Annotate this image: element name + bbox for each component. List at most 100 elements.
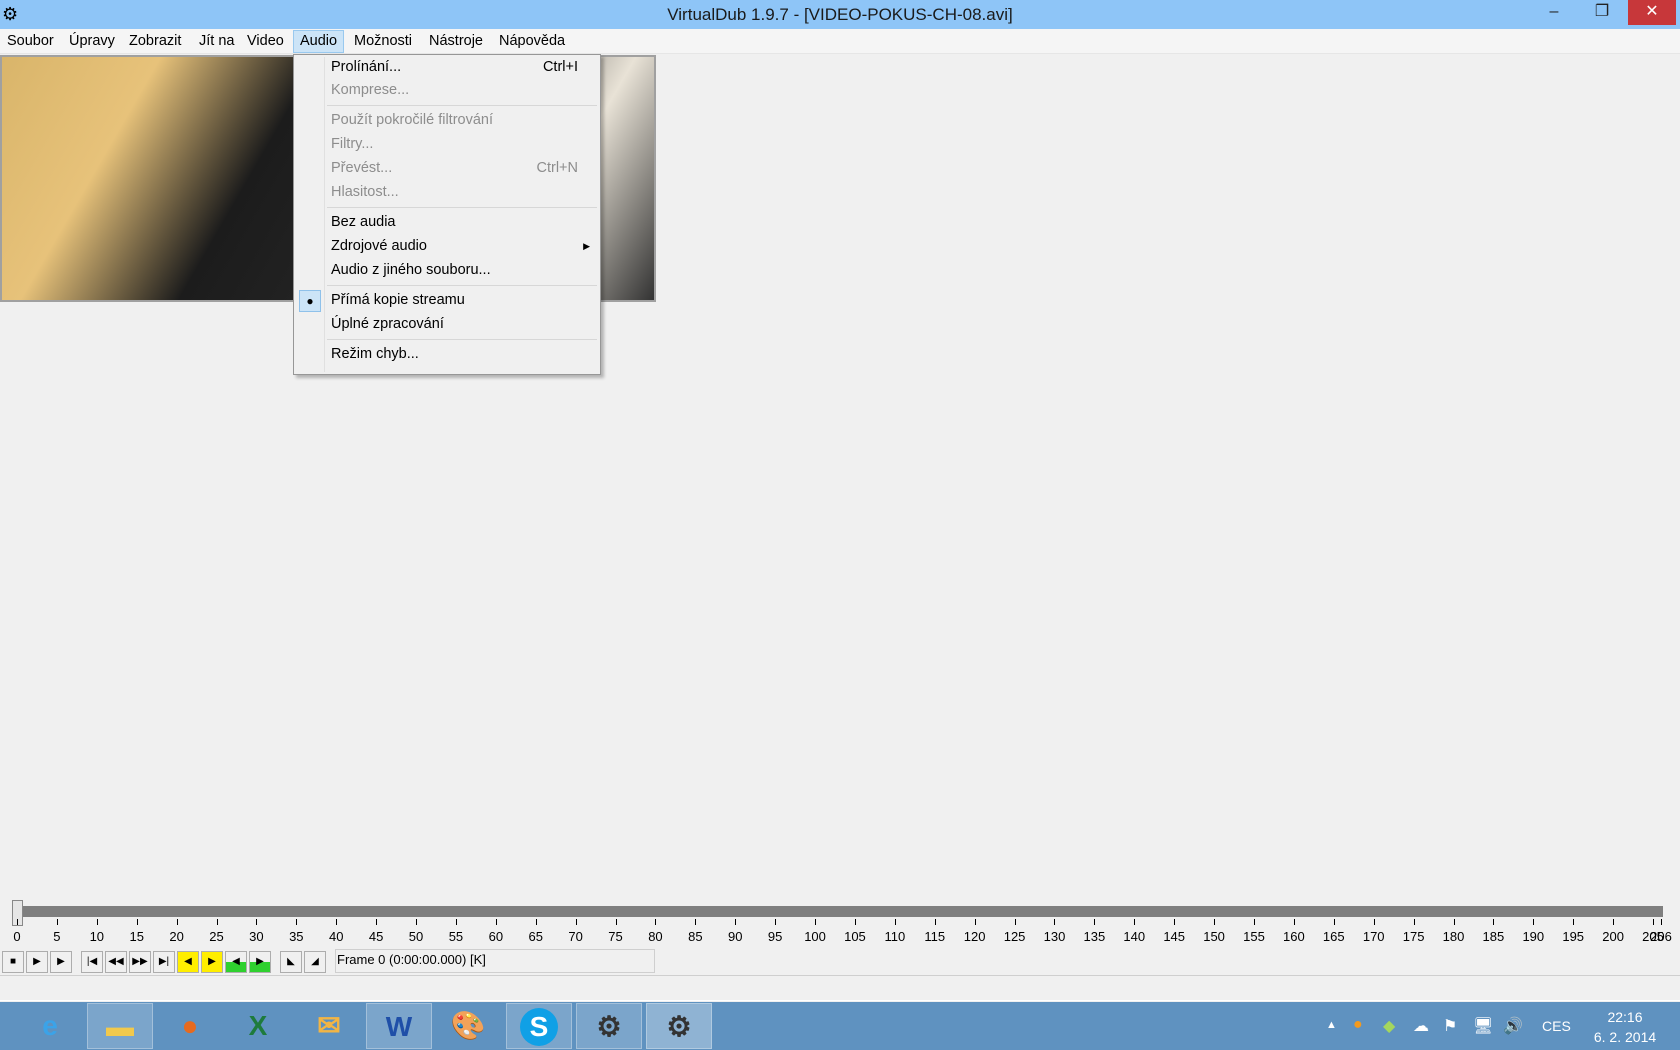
separator: [327, 207, 597, 208]
prev-scene-button[interactable]: ◀: [225, 951, 247, 973]
menu-zobrazit[interactable]: Zobrazit: [123, 30, 187, 53]
timeline-tick-label: 145: [1163, 929, 1186, 944]
clock[interactable]: 22:16 6. 2. 2014: [1580, 1007, 1670, 1047]
menu-soubor[interactable]: Soubor: [1, 30, 60, 53]
timeline-tick-label: 125: [1003, 929, 1026, 944]
play-input-button[interactable]: ▶: [26, 951, 48, 973]
timeline-tick: [1661, 919, 1662, 925]
play-output-button[interactable]: ▶: [50, 951, 72, 973]
next-frame-button[interactable]: ▶▶: [129, 951, 151, 973]
timeline-tick: [974, 919, 976, 925]
timeline-tick-label: 160: [1283, 929, 1305, 944]
menu-item-uplne-zpracovani[interactable]: Úplné zpracování: [296, 313, 598, 336]
taskbar-word-icon[interactable]: W: [366, 1003, 432, 1049]
menu-item-prevest[interactable]: Převést... Ctrl+N: [296, 157, 598, 180]
network-icon[interactable]: 🖥: [1473, 1016, 1493, 1036]
taskbar-ie-icon[interactable]: e: [17, 1003, 83, 1049]
taskbar-excel-icon[interactable]: X: [225, 1003, 291, 1049]
taskbar-virtualdub-icon[interactable]: ⚙: [576, 1003, 642, 1049]
timeline-tick-label: 65: [528, 929, 543, 944]
taskbar-virtualdub-active-icon[interactable]: ⚙: [646, 1003, 712, 1049]
timeline-tick-label: 105: [844, 929, 866, 944]
timeline-tick-label: 200: [1602, 929, 1624, 944]
menu-item-bez-audia[interactable]: Bez audia: [296, 211, 598, 234]
timeline-tick-label: 135: [1083, 929, 1106, 944]
timeline-tick-label: 55: [448, 929, 464, 944]
menu-item-pokrocile-filtrovani[interactable]: Použít pokročilé filtrování: [296, 109, 598, 132]
timeline-tick-label: 60: [488, 929, 504, 944]
go-end-button[interactable]: ▶|: [153, 951, 175, 973]
timeline-tick-label: 165: [1322, 929, 1345, 944]
language-indicator[interactable]: CES: [1542, 1018, 1571, 1034]
timeline-tick-label: 25: [209, 929, 224, 944]
timeline-tick-label: 70: [568, 929, 583, 944]
timeline-tick-label: 85: [688, 929, 703, 944]
timeline-tick-label: 15: [129, 929, 144, 944]
avast-icon[interactable]: ●: [1353, 1016, 1363, 1034]
timeline-tick: [1493, 919, 1495, 925]
menu-item-hlasitost[interactable]: Hlasitost...: [296, 181, 598, 204]
separator: [327, 339, 597, 340]
close-button[interactable]: ✕: [1628, 0, 1676, 25]
menu-item-rezim-chyb[interactable]: Režim chyb...: [296, 343, 598, 366]
menu-item-prima-kopie-streamu[interactable]: ● Přímá kopie streamu: [296, 289, 598, 312]
menu-nastroje[interactable]: Nástroje: [423, 30, 489, 53]
menu-moznosti[interactable]: Možnosti: [348, 30, 418, 53]
action-center-flag-icon[interactable]: ⚑: [1443, 1016, 1457, 1036]
menu-item-zdrojove-audio[interactable]: Zdrojové audio ▶: [296, 235, 598, 258]
stop-button[interactable]: ■: [2, 951, 24, 973]
menu-item-audio-z-jineho-souboru[interactable]: Audio z jiného souboru...: [296, 259, 598, 282]
next-keyframe-button[interactable]: ▶: [201, 951, 223, 973]
menu-upravy[interactable]: Úpravy: [63, 30, 121, 53]
timeline-track[interactable]: [13, 906, 1663, 917]
menu-item-prolinani[interactable]: Prolínání... Ctrl+I: [296, 56, 598, 79]
timeline-tick: [934, 919, 936, 925]
item-label: Přímá kopie streamu: [331, 292, 465, 308]
timeline-tick-label: 190: [1522, 929, 1545, 944]
timeline-tick: [1613, 919, 1615, 925]
timeline-tick: [416, 919, 418, 925]
prev-keyframe-button[interactable]: ◀: [177, 951, 199, 973]
timeline-tick: [56, 919, 58, 925]
timeline-tick: [1054, 919, 1056, 925]
timeline-tick: [1453, 919, 1455, 925]
minimize-button[interactable]: –: [1532, 0, 1576, 25]
menu-item-filtry[interactable]: Filtry...: [296, 133, 598, 156]
menu-jit-na[interactable]: Jít na: [193, 30, 240, 53]
next-scene-button[interactable]: ▶: [249, 951, 271, 973]
timeline-tick: [17, 919, 18, 925]
restore-button[interactable]: ❐: [1580, 0, 1624, 25]
prev-frame-button[interactable]: ◀◀: [105, 951, 127, 973]
menu-video[interactable]: Video: [241, 30, 290, 53]
taskbar-skype-icon[interactable]: S: [506, 1003, 572, 1049]
audio-dropdown-menu: Prolínání... Ctrl+I Komprese... Použít po…: [293, 54, 601, 375]
volume-icon[interactable]: 🔊: [1503, 1016, 1523, 1036]
mark-out-button[interactable]: ◢: [304, 951, 326, 973]
timeline-tick: [216, 919, 218, 925]
show-hidden-icons-icon[interactable]: ▲: [1326, 1019, 1337, 1031]
timeline-tick: [695, 919, 697, 925]
frame-info: Frame 0 (0:00:00.000) [K]: [335, 949, 655, 973]
tray-app-icon[interactable]: ◆: [1383, 1016, 1395, 1036]
menu-audio[interactable]: Audio: [293, 30, 345, 53]
timeline-tick: [535, 919, 537, 925]
menu-napoveda[interactable]: Nápověda: [493, 30, 571, 53]
taskbar-firefox-icon[interactable]: ●: [157, 1003, 223, 1049]
taskbar-paint-icon[interactable]: 🎨: [435, 1003, 501, 1049]
menu-item-komprese[interactable]: Komprese...: [296, 79, 598, 102]
timeline-tick: [176, 919, 178, 925]
go-start-button[interactable]: |◀: [81, 951, 103, 973]
timeline-tick-label: 35: [289, 929, 304, 944]
mark-in-button[interactable]: ◣: [280, 951, 302, 973]
timeline-tick: [1174, 919, 1176, 925]
onedrive-cloud-icon[interactable]: ☁: [1413, 1016, 1429, 1036]
timeline-tick: [854, 919, 856, 925]
taskbar-explorer-icon[interactable]: ▬: [87, 1003, 153, 1049]
taskbar-mail-icon[interactable]: ✉: [296, 1003, 362, 1049]
timeline-tick: [136, 919, 138, 925]
window-title: VirtualDub 1.9.7 - [VIDEO-POKUS-CH-08.av…: [667, 5, 1013, 24]
timeline-tick: [1573, 919, 1575, 925]
item-label: Prolínání...: [331, 59, 402, 75]
timeline-tick: [1653, 919, 1655, 925]
timeline-tick-label: 110: [884, 929, 906, 944]
